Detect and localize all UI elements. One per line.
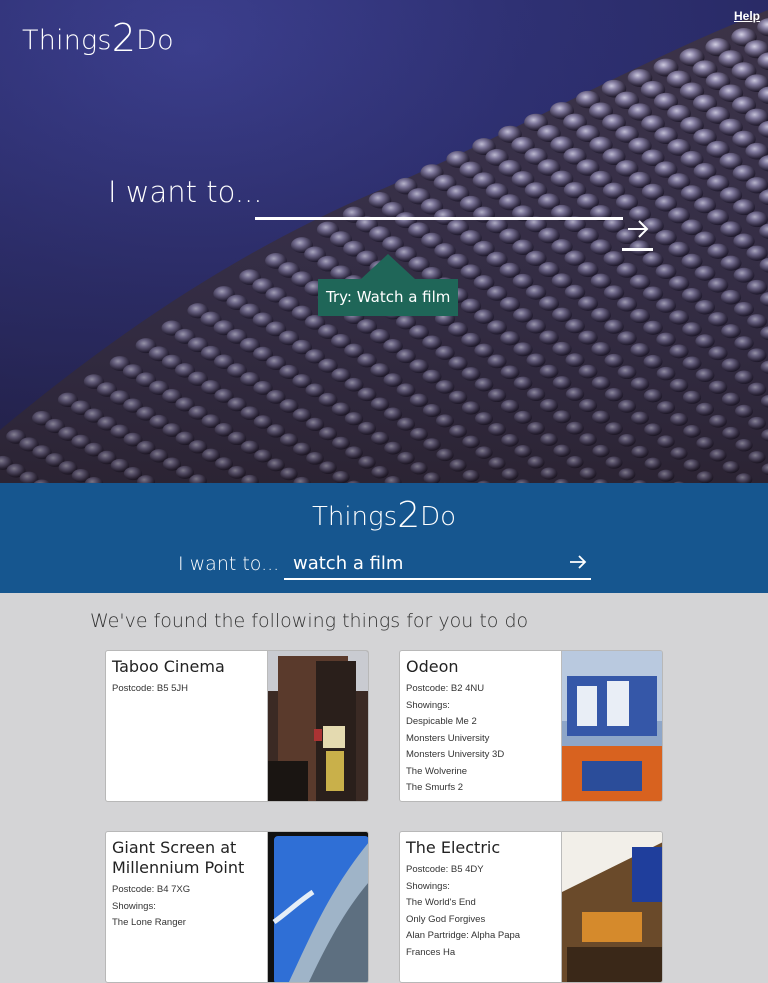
logo-text-do: Do <box>136 25 174 56</box>
result-card-postcode: Postcode: B5 4DY <box>406 862 558 879</box>
result-card-thumbnail[interactable] <box>561 832 662 982</box>
bar-logo-text-2: 2 <box>397 495 420 536</box>
search-bar-section: Things2Do I want to... <box>0 483 768 593</box>
result-card-line: Monsters University <box>406 731 558 748</box>
result-card-line: Alan Partridge: Alpha Papa <box>406 928 558 945</box>
bar-logo-text-things: Things <box>312 502 397 532</box>
result-card-thumbnail[interactable] <box>267 651 368 801</box>
result-card[interactable]: Taboo Cinema Postcode: B5 5JH <box>105 650 369 802</box>
result-card-thumbnail[interactable] <box>267 832 368 982</box>
result-card[interactable]: Odeon Postcode: B2 4NU Showings: Despica… <box>399 650 663 802</box>
bar-logo-text-do: Do <box>420 502 456 532</box>
result-card-line: Monsters University 3D <box>406 747 558 764</box>
result-card-line: Frances Ha <box>406 945 558 962</box>
logo[interactable]: Things2Do <box>22 16 174 60</box>
bar-submit-button[interactable] <box>564 554 591 580</box>
result-card-postcode: Postcode: B4 7XG <box>112 882 264 899</box>
logo-text-things: Things <box>22 25 112 56</box>
logo-text-2: 2 <box>112 16 136 60</box>
result-card-postcode: Postcode: B5 5JH <box>112 681 264 698</box>
result-card-line: The Smurfs 2 <box>406 780 558 797</box>
result-card-line: Only God Forgives <box>406 912 558 929</box>
result-card[interactable]: The Electric Postcode: B5 4DY Showings: … <box>399 831 663 983</box>
result-card-line: The World's End <box>406 895 558 912</box>
hero-prompt-label: I want to... <box>108 175 263 209</box>
result-card-line: Showings: <box>406 698 558 715</box>
result-card-postcode: Postcode: B2 4NU <box>406 681 558 698</box>
results-heading: We've found the following things for you… <box>90 610 528 632</box>
hero-search-input[interactable] <box>255 186 623 220</box>
result-card-title: Giant Screen at Millennium Point <box>112 838 264 878</box>
help-link[interactable]: Help <box>734 9 760 23</box>
result-card-line: The Lone Ranger <box>112 915 264 932</box>
hero-submit-button[interactable] <box>622 213 653 251</box>
bar-prompt-label: I want to... <box>178 553 279 575</box>
result-card-title: The Electric <box>406 838 558 858</box>
result-card-line: Despicable Me 2 <box>406 714 558 731</box>
result-card-line: Showings: <box>406 879 558 896</box>
try-suggestion-text: Watch a film <box>357 288 451 306</box>
try-suggestion-tooltip[interactable]: Try: Watch a film <box>318 279 458 316</box>
hero-banner: Things2Do Help I want to... Try: Watch a… <box>0 0 768 483</box>
result-card[interactable]: Giant Screen at Millennium Point Postcod… <box>105 831 369 983</box>
result-card-line: Showings: <box>112 899 264 916</box>
bar-search-input[interactable] <box>284 548 566 580</box>
result-card-title: Odeon <box>406 657 558 677</box>
arrow-right-icon <box>627 219 649 239</box>
result-card-line: The Wolverine <box>406 764 558 781</box>
result-card-title: Taboo Cinema <box>112 657 264 677</box>
arrow-right-icon <box>569 554 587 570</box>
result-card-thumbnail[interactable] <box>561 651 662 801</box>
bar-logo[interactable]: Things2Do <box>0 495 768 536</box>
try-label: Try: <box>326 288 352 306</box>
